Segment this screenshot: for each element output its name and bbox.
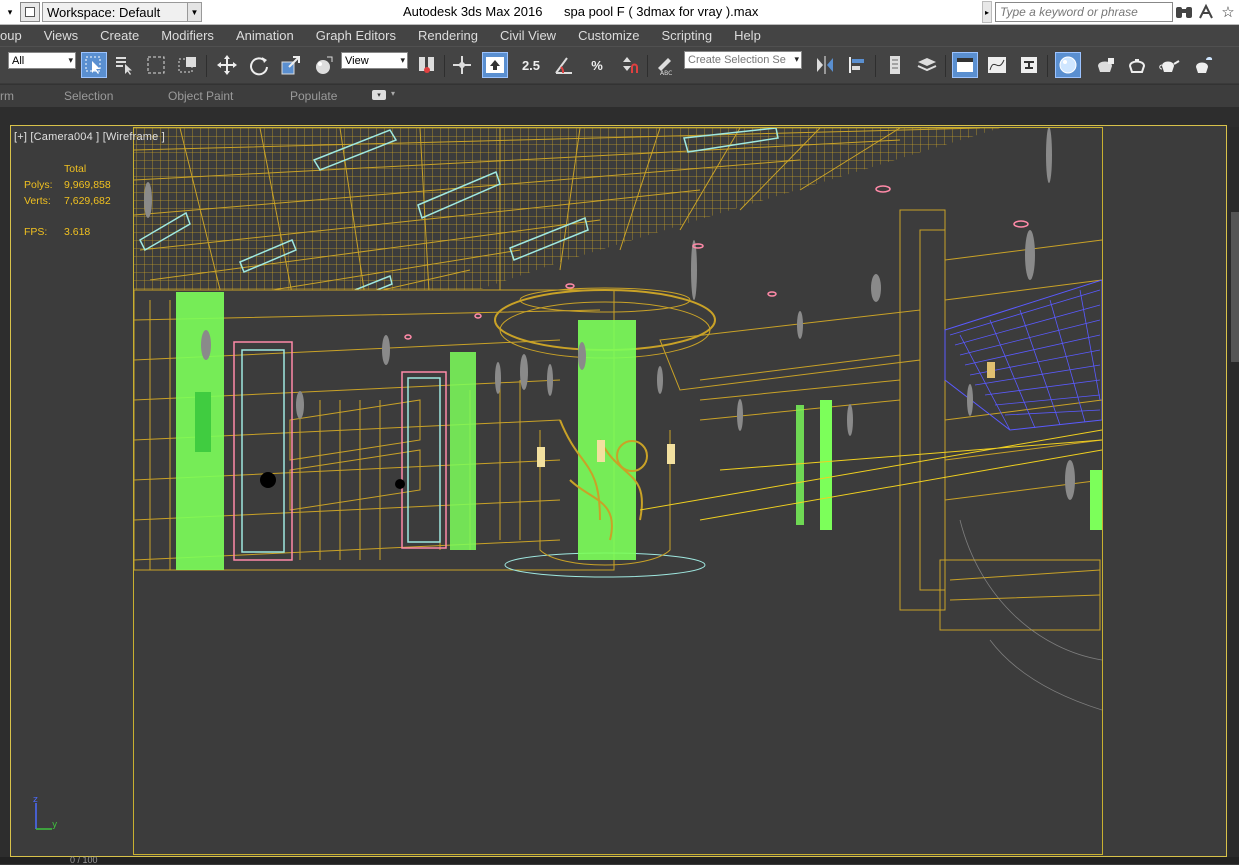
light-rays bbox=[639, 429, 1102, 521]
stats-verts-row: Verts: 7,629,682 bbox=[24, 193, 111, 209]
axis-z-label: z bbox=[33, 795, 38, 805]
fps-value: 3.618 bbox=[64, 226, 91, 238]
stats-header: Total bbox=[64, 163, 87, 175]
right-structure-wireframe bbox=[659, 209, 1102, 631]
stats-polys-row: Polys: 9,969,858 bbox=[24, 177, 111, 193]
floor-curves bbox=[959, 519, 1102, 711]
axis-y-label: y bbox=[52, 820, 58, 830]
fps-label: FPS: bbox=[24, 226, 48, 238]
verts-value: 7,629,682 bbox=[64, 195, 111, 207]
wireframe-scene bbox=[134, 128, 1102, 711]
scrollbar-thumb[interactable] bbox=[1231, 212, 1239, 362]
polys-label: Polys: bbox=[24, 179, 53, 191]
axis-tripod-icon: z y bbox=[33, 795, 58, 830]
blue-ceiling-lines bbox=[949, 289, 1101, 431]
time-slider[interactable]: 0 / 100 bbox=[0, 855, 1239, 865]
verts-label: Verts: bbox=[24, 195, 51, 207]
black-object bbox=[395, 479, 405, 489]
black-object bbox=[260, 472, 276, 488]
polys-value: 9,969,858 bbox=[64, 179, 111, 191]
stats-fps-row: FPS: 3.618 bbox=[24, 224, 90, 240]
viewport-label[interactable]: [+] [Camera004 ] [Wireframe ] bbox=[14, 131, 165, 143]
